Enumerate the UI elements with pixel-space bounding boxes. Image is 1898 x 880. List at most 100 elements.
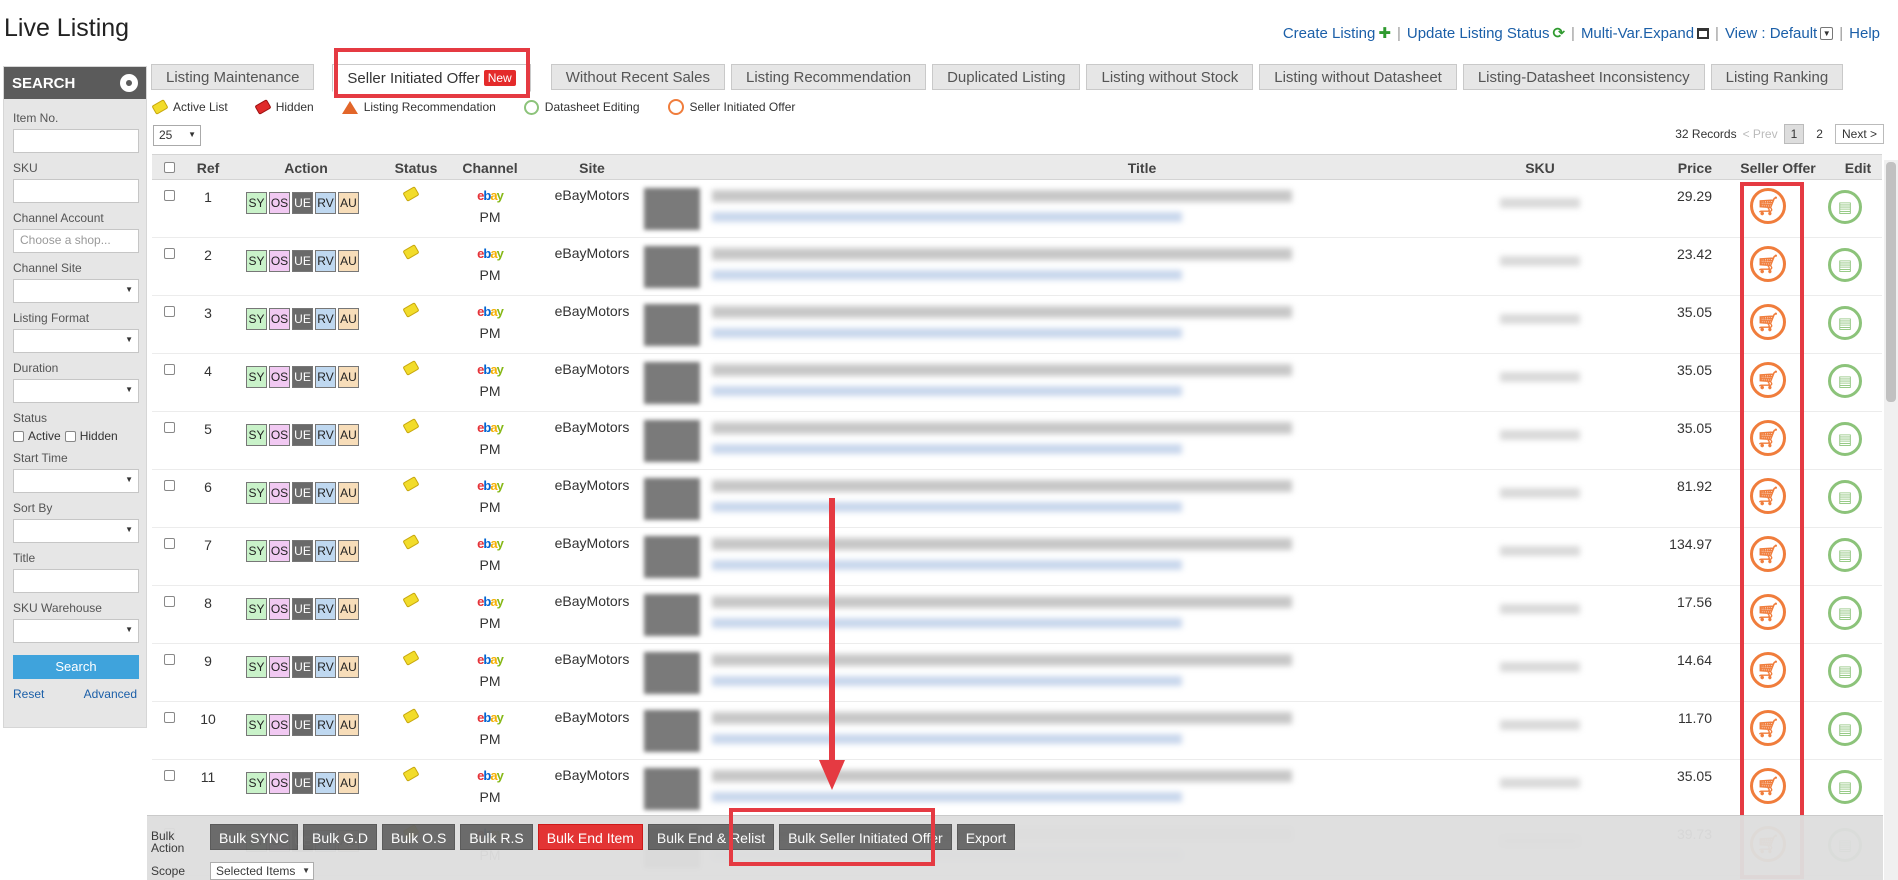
product-thumbnail[interactable] xyxy=(644,594,700,636)
action-os-button[interactable]: OS xyxy=(269,540,290,562)
product-thumbnail[interactable] xyxy=(644,304,700,346)
search-button[interactable]: Search xyxy=(13,655,139,679)
row-title-blurred[interactable] xyxy=(712,306,1292,318)
product-thumbnail[interactable] xyxy=(644,652,700,694)
edit-datasheet-icon[interactable]: ▤ xyxy=(1828,654,1862,688)
row-title-blurred[interactable] xyxy=(712,538,1292,550)
tab-listing-maintenance[interactable]: Listing Maintenance xyxy=(151,64,315,90)
bulk-os-button[interactable]: Bulk O.S xyxy=(382,824,456,850)
duration-select[interactable] xyxy=(13,379,139,403)
action-sy-button[interactable]: SY xyxy=(246,540,267,562)
tab-listing-datasheet-inconsistency[interactable]: Listing-Datasheet Inconsistency xyxy=(1462,64,1705,90)
tab-duplicated-listing[interactable]: Duplicated Listing xyxy=(932,64,1081,90)
edit-datasheet-icon[interactable]: ▤ xyxy=(1828,770,1862,804)
action-sy-button[interactable]: SY xyxy=(246,308,267,330)
start-time-select[interactable] xyxy=(13,469,139,493)
action-os-button[interactable]: OS xyxy=(269,424,290,446)
reset-link[interactable]: Reset xyxy=(13,687,44,701)
scrollbar-thumb[interactable] xyxy=(1886,162,1896,402)
action-ue-button[interactable]: UE xyxy=(292,366,313,388)
prev-page-button[interactable]: < Prev xyxy=(1743,127,1778,141)
product-thumbnail[interactable] xyxy=(644,536,700,578)
bulk-sync-button[interactable]: Bulk SYNC xyxy=(210,824,299,850)
action-ue-button[interactable]: UE xyxy=(292,482,313,504)
action-ue-button[interactable]: UE xyxy=(292,714,313,736)
tab-listing-recommendation[interactable]: Listing Recommendation xyxy=(730,64,927,90)
channel-account-input[interactable]: Choose a shop... xyxy=(13,229,139,253)
row-title-blurred[interactable] xyxy=(712,190,1292,202)
action-rv-button[interactable]: RV xyxy=(315,540,336,562)
action-os-button[interactable]: OS xyxy=(269,366,290,388)
edit-datasheet-icon[interactable]: ▤ xyxy=(1828,712,1862,746)
tab-listing-ranking[interactable]: Listing Ranking xyxy=(1710,64,1844,90)
action-rv-button[interactable]: RV xyxy=(315,772,336,794)
channel-site-select[interactable] xyxy=(13,279,139,303)
row-title-blurred[interactable] xyxy=(712,248,1292,260)
product-thumbnail[interactable] xyxy=(644,478,700,520)
action-au-button[interactable]: AU xyxy=(338,540,359,562)
action-os-button[interactable]: OS xyxy=(269,192,290,214)
edit-datasheet-icon[interactable]: ▤ xyxy=(1828,248,1862,282)
action-os-button[interactable]: OS xyxy=(269,308,290,330)
vertical-scrollbar[interactable] xyxy=(1884,160,1898,880)
item-no-input[interactable] xyxy=(13,129,139,153)
row-checkbox[interactable] xyxy=(164,654,175,665)
action-au-button[interactable]: AU xyxy=(338,366,359,388)
select-all-checkbox[interactable] xyxy=(164,162,175,173)
page-1-button[interactable]: 1 xyxy=(1783,124,1805,144)
row-checkbox[interactable] xyxy=(164,712,175,723)
action-sy-button[interactable]: SY xyxy=(246,482,267,504)
action-au-button[interactable]: AU xyxy=(338,250,359,272)
action-au-button[interactable]: AU xyxy=(338,424,359,446)
edit-datasheet-icon[interactable]: ▤ xyxy=(1828,306,1862,340)
next-page-button[interactable]: Next > xyxy=(1834,124,1884,144)
action-rv-button[interactable]: RV xyxy=(315,424,336,446)
row-checkbox[interactable] xyxy=(164,248,175,259)
row-checkbox[interactable] xyxy=(164,190,175,201)
row-checkbox[interactable] xyxy=(164,770,175,781)
row-checkbox[interactable] xyxy=(164,480,175,491)
export-button[interactable]: Export xyxy=(956,824,1016,850)
action-ue-button[interactable]: UE xyxy=(292,656,313,678)
title-input[interactable] xyxy=(13,569,139,593)
action-au-button[interactable]: AU xyxy=(338,598,359,620)
action-sy-button[interactable]: SY xyxy=(246,366,267,388)
action-os-button[interactable]: OS xyxy=(269,656,290,678)
action-ue-button[interactable]: UE xyxy=(292,772,313,794)
row-title-blurred[interactable] xyxy=(712,480,1292,492)
edit-datasheet-icon[interactable]: ▤ xyxy=(1828,480,1862,514)
row-title-blurred[interactable] xyxy=(712,770,1292,782)
multi-var-expand-link[interactable]: Multi-Var.Expand xyxy=(1581,25,1710,42)
create-listing-link[interactable]: Create Listing ✚ xyxy=(1283,24,1391,43)
edit-datasheet-icon[interactable]: ▤ xyxy=(1828,596,1862,630)
action-au-button[interactable]: AU xyxy=(338,714,359,736)
sku-input[interactable] xyxy=(13,179,139,203)
active-checkbox[interactable] xyxy=(13,430,24,442)
action-au-button[interactable]: AU xyxy=(338,308,359,330)
row-checkbox[interactable] xyxy=(164,306,175,317)
view-selector[interactable]: View : Default ▼ xyxy=(1725,25,1834,42)
action-sy-button[interactable]: SY xyxy=(246,192,267,214)
per-page-select[interactable]: 25 xyxy=(153,125,201,146)
product-thumbnail[interactable] xyxy=(644,710,700,752)
action-rv-button[interactable]: RV xyxy=(315,714,336,736)
action-rv-button[interactable]: RV xyxy=(315,308,336,330)
action-ue-button[interactable]: UE xyxy=(292,250,313,272)
tab-listing-without-datasheet[interactable]: Listing without Datasheet xyxy=(1259,64,1457,90)
listing-format-select[interactable] xyxy=(13,329,139,353)
action-ue-button[interactable]: UE xyxy=(292,598,313,620)
row-title-blurred[interactable] xyxy=(712,596,1292,608)
row-title-blurred[interactable] xyxy=(712,364,1292,376)
bulk-gd-button[interactable]: Bulk G.D xyxy=(303,824,378,850)
help-link[interactable]: Help xyxy=(1849,25,1880,42)
row-title-blurred[interactable] xyxy=(712,712,1292,724)
action-sy-button[interactable]: SY xyxy=(246,656,267,678)
row-title-blurred[interactable] xyxy=(712,654,1292,666)
action-au-button[interactable]: AU xyxy=(338,192,359,214)
action-ue-button[interactable]: UE xyxy=(292,540,313,562)
action-au-button[interactable]: AU xyxy=(338,482,359,504)
update-listing-status-link[interactable]: Update Listing Status ⟳ xyxy=(1407,24,1565,43)
gear-icon[interactable] xyxy=(120,74,138,92)
edit-datasheet-icon[interactable]: ▤ xyxy=(1828,190,1862,224)
action-sy-button[interactable]: SY xyxy=(246,250,267,272)
